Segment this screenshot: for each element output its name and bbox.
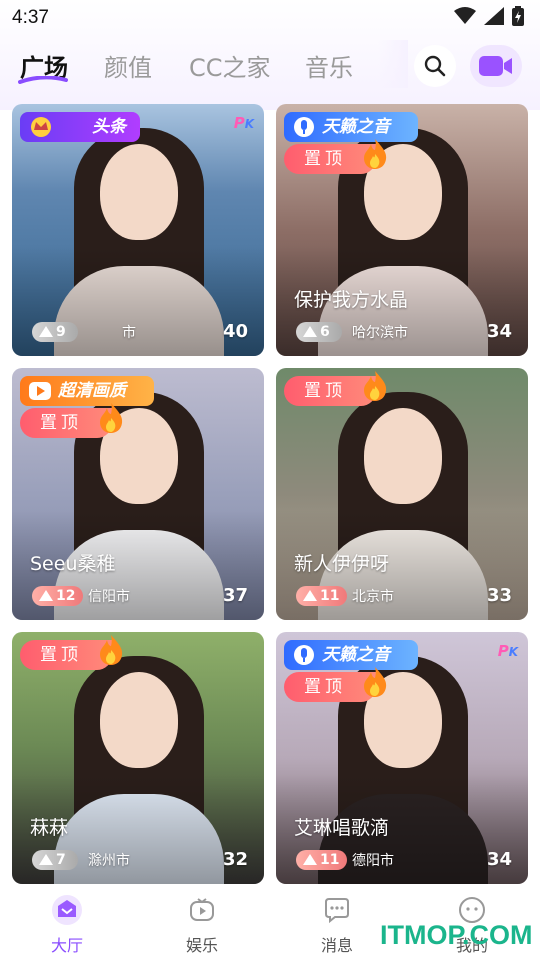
search-icon: [424, 55, 446, 77]
viewer-count: 37: [222, 585, 248, 606]
pinned-badge: 置顶: [284, 139, 387, 174]
battery-icon: [512, 6, 524, 26]
room-city: 哈尔滨市: [352, 325, 408, 341]
flame-icon: [100, 635, 123, 665]
pinned-badge: 置顶: [20, 403, 123, 438]
viewer-count: 34: [486, 849, 512, 870]
level-badge: 9: [32, 322, 78, 342]
tab-active-indicator: [18, 76, 68, 84]
nav-entertainment-label: 娱乐: [185, 936, 218, 955]
tab-cc-home[interactable]: CC之家: [189, 48, 271, 83]
room-title: 艾琳唱歌滴: [294, 817, 390, 839]
level-badge: 11: [296, 850, 348, 870]
status-bar: 4:37: [0, 0, 540, 36]
room-card[interactable]: 天籁之音 PK 置顶 艾琳唱歌滴 11 德阳市 34: [276, 632, 528, 884]
room-card[interactable]: 天籁之音 置顶 保护我方水晶 6 哈尔滨市 34: [276, 104, 528, 356]
flame-icon: [100, 403, 123, 433]
room-city: 德阳市: [352, 853, 394, 869]
play-video-icon: [29, 382, 51, 400]
level-badge: 11: [296, 586, 348, 606]
room-title: 菻菻: [30, 817, 69, 839]
pk-badge: PK: [233, 114, 254, 132]
room-card[interactable]: 置顶 新人伊伊呀 11 北京市 33: [276, 368, 528, 620]
tianlai-badge: 天籁之音: [284, 640, 418, 670]
video-camera-icon: [479, 56, 512, 76]
room-card[interactable]: 头条 PK 9 市 40: [12, 104, 264, 356]
nav-entertainment[interactable]: 娱乐: [152, 886, 252, 960]
tab-looks[interactable]: 颜值: [104, 48, 152, 83]
microphone-icon: [294, 645, 314, 665]
room-city: 北京市: [352, 589, 394, 605]
viewer-count: 33: [486, 585, 512, 606]
level-badge: 6: [296, 322, 342, 342]
chat-bubble-icon: [325, 898, 349, 924]
viewer-count: 40: [222, 321, 248, 342]
room-title: 新人伊伊呀: [294, 553, 390, 575]
room-city: 滁州市: [88, 853, 130, 869]
signal-icon: [484, 7, 504, 25]
level-badge: 7: [32, 850, 78, 870]
tab-music[interactable]: 音乐: [305, 48, 353, 83]
flame-icon: [364, 371, 387, 401]
flame-icon: [364, 667, 387, 697]
search-button[interactable]: [414, 45, 456, 87]
nav-messages[interactable]: 消息: [287, 886, 387, 960]
nav-messages-label: 消息: [320, 936, 353, 955]
pinned-badge: 置顶: [284, 667, 387, 702]
live-video-button[interactable]: [470, 45, 522, 87]
nav-hall[interactable]: 大厅: [17, 886, 117, 960]
hd-quality-badge: 超清画质: [20, 376, 154, 406]
status-icons: [454, 6, 524, 26]
pinned-badge: 置顶: [284, 371, 387, 406]
nav-hall-label: 大厅: [50, 936, 83, 955]
tabs-fade: [378, 40, 408, 88]
headline-badge: 头条: [20, 112, 140, 142]
room-title: 保护我方水晶: [294, 289, 409, 311]
crown-icon: [31, 117, 51, 137]
flame-icon: [364, 139, 387, 169]
room-city: 信阳市: [88, 589, 130, 605]
room-city: 市: [122, 325, 136, 341]
tv-play-icon: [190, 898, 214, 921]
site-watermark: ITMOP.COM: [380, 920, 533, 950]
viewer-count: 34: [486, 321, 512, 342]
wifi-icon: [454, 7, 476, 24]
microphone-icon: [294, 117, 314, 137]
hall-icon: [52, 895, 82, 925]
pinned-badge: 置顶: [20, 635, 123, 670]
pk-badge: PK: [497, 642, 518, 660]
tianlai-badge: 天籁之音: [284, 112, 418, 142]
room-title: Seeu桑稚: [30, 553, 116, 575]
room-card[interactable]: 超清画质 置顶 Seeu桑稚 12 信阳市 37: [12, 368, 264, 620]
level-badge: 12: [32, 586, 84, 606]
room-card[interactable]: 置顶 菻菻 7 滁州市 32: [12, 632, 264, 884]
viewer-count: 32: [222, 849, 248, 870]
status-time: 4:37: [12, 7, 49, 28]
